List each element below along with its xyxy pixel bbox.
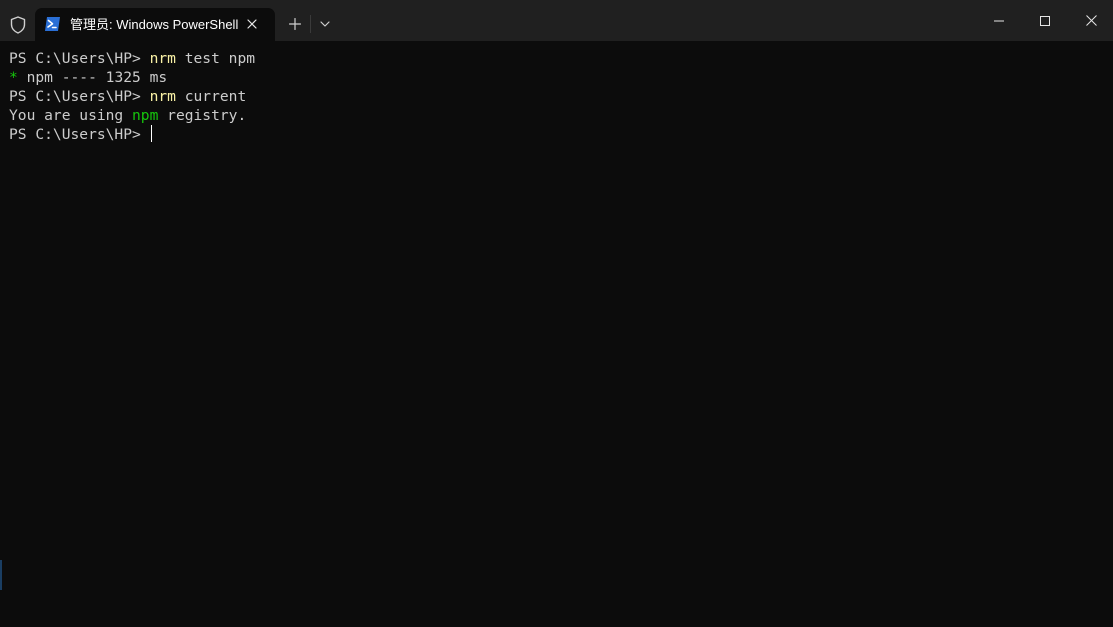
registry-name: npm (132, 107, 159, 124)
prompt: PS C:\Users\HP> (9, 88, 150, 105)
maximize-button[interactable] (1022, 0, 1068, 41)
terminal-line: PS C:\Users\HP> nrm current (9, 87, 1113, 106)
terminal-window: 管理员: Windows PowerShell PS C:\Users\HP> … (0, 0, 1113, 627)
prompt: PS C:\Users\HP> (9, 50, 150, 67)
terminal-line: You are using npm registry. (9, 106, 1113, 125)
new-tab-button[interactable] (284, 13, 306, 35)
plus-icon (289, 18, 301, 30)
minimize-icon (994, 20, 1004, 21)
terminal-line: PS C:\Users\HP> (9, 125, 1113, 144)
command-args: current (175, 88, 247, 105)
current-marker: * (9, 69, 18, 86)
profile-dropdown-button[interactable] (314, 13, 336, 35)
minimize-button[interactable] (976, 0, 1022, 41)
shield-icon (6, 13, 30, 37)
tab-separator (310, 15, 311, 33)
command-name: nrm (149, 50, 176, 67)
chevron-down-icon (320, 21, 330, 27)
close-window-button[interactable] (1068, 0, 1113, 41)
command-args: test npm (175, 50, 256, 67)
output-text: registry. (158, 107, 247, 124)
tab-title: 管理员: Windows PowerShell (70, 17, 239, 32)
maximize-icon (1040, 15, 1050, 26)
output-text: You are using (9, 107, 133, 124)
text-cursor (150, 125, 152, 142)
terminal-line: * npm ---- 1325 ms (9, 68, 1113, 87)
powershell-icon (44, 16, 61, 32)
command-name: nrm (149, 88, 176, 105)
window-edge-accent (0, 560, 2, 590)
output-text: npm ---- 1325 ms (17, 69, 168, 86)
terminal-output[interactable]: PS C:\Users\HP> nrm test npm * npm ---- … (9, 49, 1113, 627)
tab-powershell[interactable]: 管理员: Windows PowerShell (35, 8, 275, 41)
prompt: PS C:\Users\HP> (9, 126, 150, 143)
terminal-line: PS C:\Users\HP> nrm test npm (9, 49, 1113, 68)
close-icon[interactable] (244, 16, 260, 32)
title-bar[interactable]: 管理员: Windows PowerShell (0, 0, 1113, 41)
close-icon (1085, 15, 1097, 26)
